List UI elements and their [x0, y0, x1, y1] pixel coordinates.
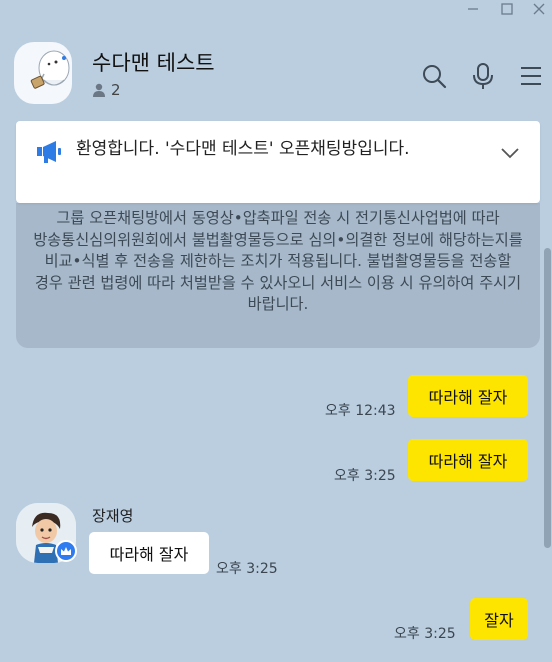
my-message-bubble[interactable]: 따라해 잘자 [408, 375, 528, 417]
maximize-icon[interactable] [496, 0, 518, 18]
minimize-icon[interactable] [462, 0, 484, 18]
close-icon[interactable] [528, 0, 550, 18]
system-message-text: 그룹 오픈채팅방에서 동영상•압축파일 전송 시 전기통신사업법에 따라 방송통… [33, 209, 523, 313]
crown-badge-icon [55, 540, 77, 562]
notice-text: 환영합니다. '수다맨 테스트' 오픈채팅방입니다. [76, 139, 410, 159]
my-message-bubble[interactable]: 따라해 잘자 [408, 439, 528, 481]
message-time: 오후 3:25 [394, 626, 456, 642]
message-time: 오후 3:25 [334, 468, 396, 484]
message-time: 오후 3:25 [216, 561, 278, 577]
mic-icon[interactable] [469, 62, 497, 90]
other-message-bubble[interactable]: 따라해 잘자 [89, 532, 209, 574]
person-icon [93, 83, 105, 97]
scrollbar-thumb[interactable] [544, 248, 551, 548]
my-message-bubble[interactable]: 잘자 [470, 598, 528, 640]
member-count[interactable]: 2 [92, 81, 121, 99]
notice-banner[interactable]: 환영합니다. '수다맨 테스트' 오픈채팅방입니다. [16, 121, 540, 203]
room-title: 수다맨 테스트 [92, 51, 215, 75]
chevron-down-icon[interactable] [500, 147, 520, 159]
member-count-value: 2 [111, 81, 121, 99]
megaphone-icon [37, 141, 61, 163]
sender-name[interactable]: 장재영 [92, 505, 133, 526]
menu-icon[interactable] [517, 62, 545, 90]
system-message: 그룹 오픈채팅방에서 동영상•압축파일 전송 시 전기통신사업법에 따라 방송통… [16, 203, 540, 348]
message-time: 오후 12:43 [325, 403, 396, 419]
room-avatar[interactable] [14, 42, 72, 104]
search-icon[interactable] [420, 62, 448, 90]
